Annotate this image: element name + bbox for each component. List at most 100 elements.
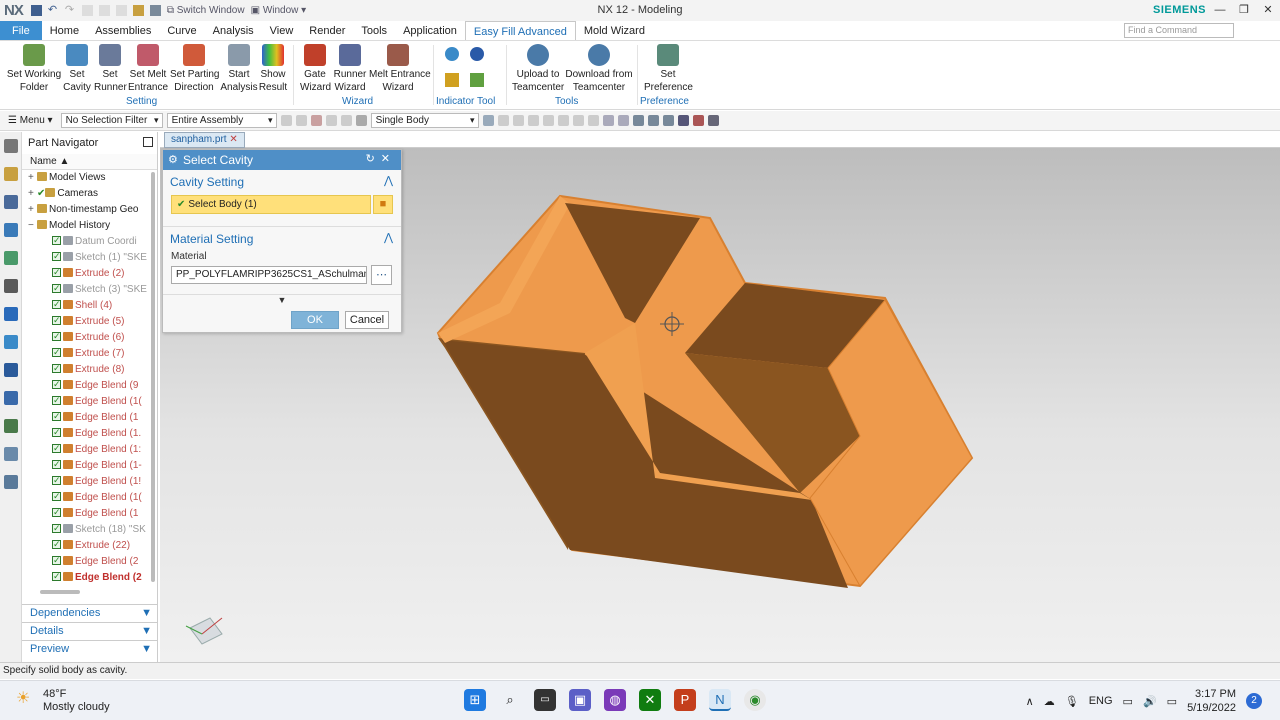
set-cavity-button[interactable]: Set Cavity [62,44,92,94]
assembly-navigator-icon[interactable] [3,167,18,181]
copy-icon[interactable] [98,5,110,16]
snap-tangent-icon[interactable] [572,115,584,126]
tab-assemblies[interactable]: Assemblies [87,21,159,40]
part-navigator-icon[interactable] [3,223,18,237]
task-view-icon[interactable]: ▭ [534,689,556,711]
tab-view[interactable]: View [262,21,302,40]
dialog-title-bar[interactable]: ⚙ Select Cavity ↻✕ [163,150,401,170]
visibility-checkbox[interactable] [52,538,61,552]
expand-icon[interactable]: − [28,218,37,234]
upload-teamcenter-button[interactable]: Upload to Teamcenter [512,44,564,94]
hd3d-tools-icon[interactable] [3,307,18,321]
name-column-header[interactable]: Name ▲ [22,154,157,170]
section-view-icon[interactable] [647,115,659,126]
tree-item[interactable]: Sketch (3) "SKE [22,282,157,298]
show-result-button[interactable]: Show Result [258,44,288,94]
tab-home[interactable]: Home [42,21,87,40]
volume-icon[interactable]: 🔊 [1143,695,1157,708]
nx-app-icon[interactable]: N [709,689,731,711]
gear-icon[interactable]: ⚙ [168,153,178,166]
select-all-icon[interactable] [310,115,322,126]
language-indicator[interactable]: ENG [1089,695,1113,707]
expand-icon[interactable]: + [28,170,37,186]
snap-icon[interactable] [280,115,292,126]
tree-item[interactable]: Edge Blend (2 [22,570,157,586]
deselect-icon[interactable] [325,115,337,126]
tree-item[interactable]: Sketch (18) "SK [22,522,157,538]
tree-item[interactable]: + ✔ Cameras [22,186,157,202]
part-color-icon[interactable] [692,115,704,126]
visibility-checkbox[interactable] [52,362,61,376]
tree-item[interactable]: Extrude (7) [22,346,157,362]
tree-item[interactable]: Edge Blend (2 [22,554,157,570]
gate-wizard-button[interactable]: Gate Wizard [300,44,331,94]
material-browse-icon[interactable]: ⋯ [371,265,392,285]
system-materials-icon[interactable] [3,447,18,461]
visibility-checkbox[interactable] [52,490,61,504]
tree-item[interactable]: − Model History [22,218,157,234]
powerpoint-icon[interactable]: P [674,689,696,711]
tree-item[interactable]: + Non-timestamp Geo [22,202,157,218]
fit-view-icon[interactable] [602,115,614,126]
photos-icon[interactable]: ◍ [604,689,626,711]
set-runner-button[interactable]: Set Runner [94,44,127,94]
roles-icon[interactable] [3,419,18,433]
tree-item[interactable]: Edge Blend (1( [22,394,157,410]
expand-icon[interactable]: + [28,202,37,218]
select-body-row[interactable]: ✔ Select Body (1) [171,195,371,214]
cavity-setting-header[interactable]: Cavity Setting ⋀ [163,170,401,192]
chrome-icon[interactable]: ◉ [744,689,766,711]
teams-icon[interactable]: ▣ [569,689,591,711]
close-icon[interactable]: ✕ [381,153,396,165]
indicator-icon-2[interactable] [470,47,484,61]
body-type-dropdown[interactable]: Single Body [370,113,479,128]
tab-application[interactable]: Application [395,21,465,40]
tree-item[interactable]: Datum Coordi [22,234,157,250]
download-teamcenter-button[interactable]: Download from Teamcenter [565,44,633,94]
visibility-checkbox[interactable] [52,314,61,328]
repeat-command-icon[interactable] [149,5,161,16]
visibility-checkbox[interactable] [52,554,61,568]
melt-entrance-wizard-button[interactable]: Melt Entrance Wizard [369,44,431,94]
clock[interactable]: 3:17 PM 5/19/2022 [1187,687,1236,715]
tree-item[interactable]: Extrude (2) [22,266,157,282]
history-icon[interactable] [3,363,18,377]
battery-icon[interactable]: ▭ [1167,695,1177,708]
settings-icon[interactable] [3,139,18,153]
tab-curve[interactable]: Curve [159,21,204,40]
check-icon[interactable]: ✔ [37,188,45,199]
maximize-icon[interactable] [143,137,153,147]
render-style-icon[interactable] [632,115,644,126]
visibility-checkbox[interactable] [52,250,61,264]
tree-item[interactable]: Edge Blend (1( [22,490,157,506]
visibility-checkbox[interactable] [52,410,61,424]
close-icon[interactable]: ✕ [1256,0,1280,21]
material-setting-header[interactable]: Material Setting ⋀ [163,226,401,248]
snap-mid-icon[interactable] [512,115,524,126]
more-options-icon[interactable]: ▼ [163,294,401,305]
tree-item[interactable]: Extrude (22) [22,538,157,554]
microphone-icon[interactable]: 🎙 [1065,695,1079,708]
view-manager-icon[interactable] [3,279,18,293]
indicator-icon-1[interactable] [445,47,459,61]
constraint-navigator-icon[interactable] [3,195,18,209]
selection-filter-dropdown[interactable]: No Selection Filter [60,113,163,128]
snap-center-icon[interactable] [527,115,539,126]
visibility-checkbox[interactable] [52,426,61,440]
snap-grid-icon[interactable] [587,115,599,126]
window-menu-button[interactable]: ▣ Window ▾ [251,5,307,16]
minimize-icon[interactable]: — [1208,0,1232,21]
body-filter-icon[interactable] [355,115,367,126]
rotate-view-icon[interactable] [617,115,629,126]
command-search-input[interactable]: Find a Command [1124,23,1234,38]
visibility-checkbox[interactable] [52,506,61,520]
visibility-checkbox[interactable] [52,298,61,312]
tab-file[interactable]: File [0,21,42,40]
visibility-checkbox[interactable] [52,378,61,392]
tree-item[interactable]: + Model Views [22,170,157,186]
snap-end-icon[interactable] [497,115,509,126]
notification-badge[interactable]: 2 [1246,693,1262,709]
ok-button[interactable]: OK [291,311,339,329]
tab-analysis[interactable]: Analysis [205,21,262,40]
shading-icon[interactable] [677,115,689,126]
